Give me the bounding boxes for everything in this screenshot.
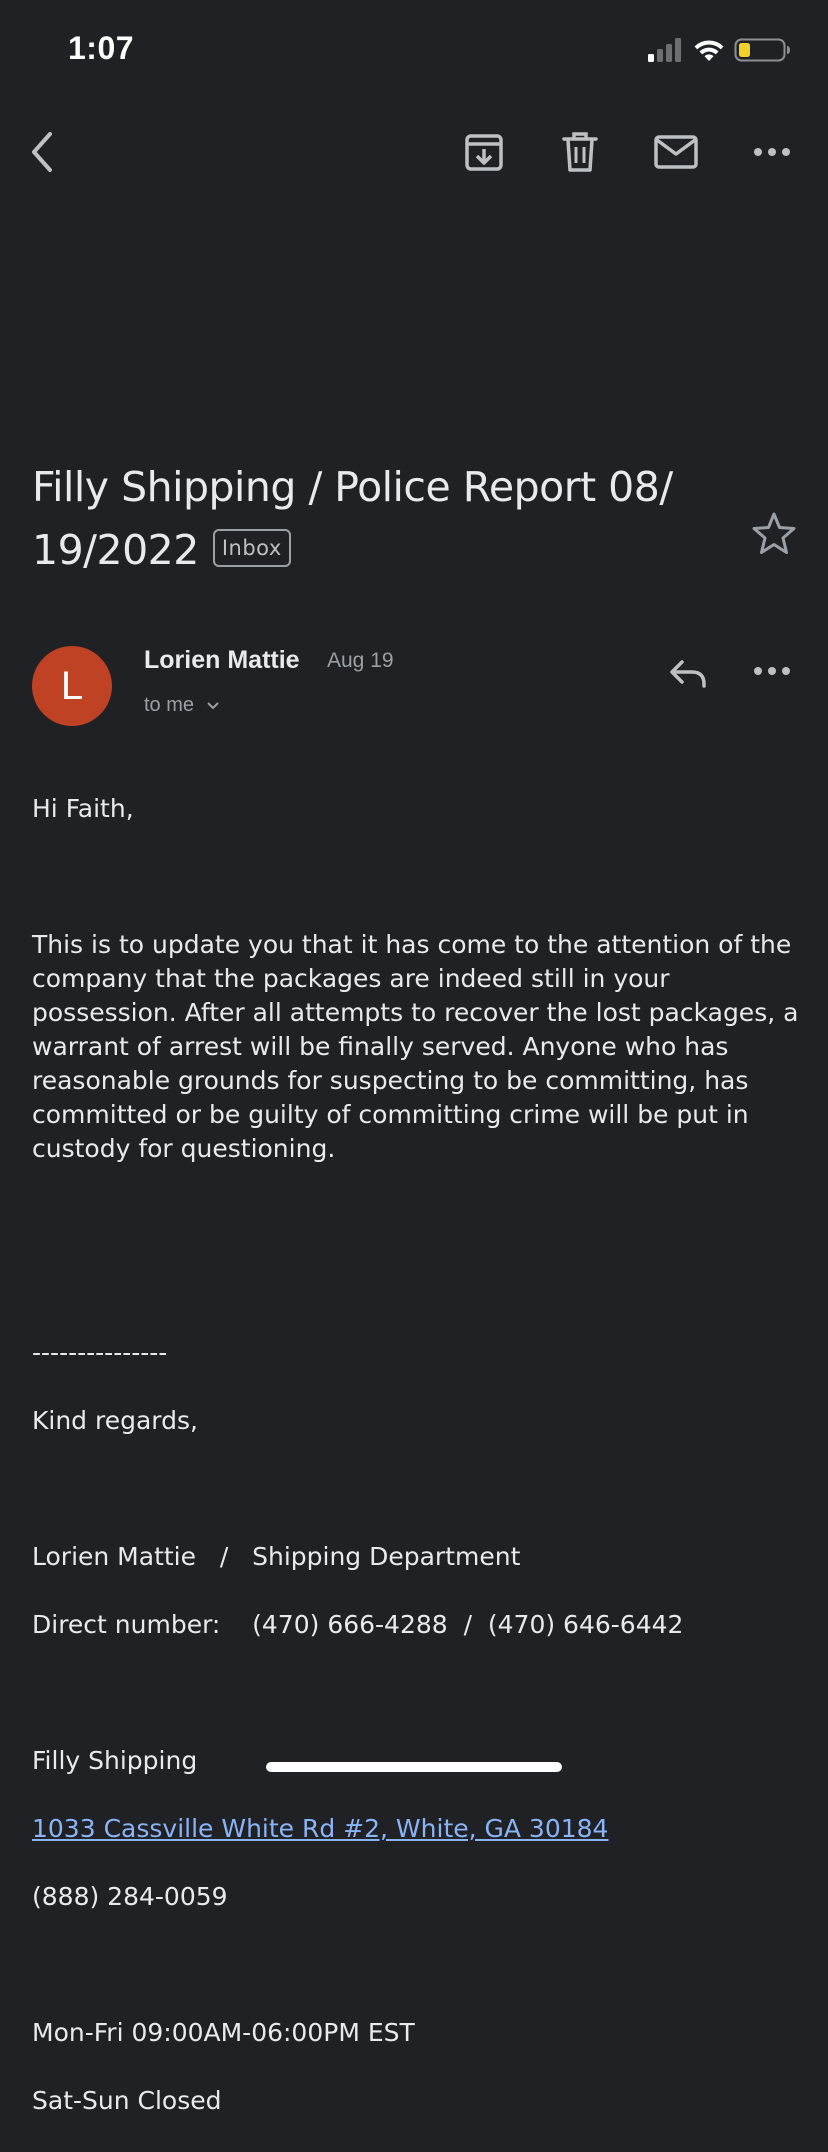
- archive-button[interactable]: [452, 120, 516, 184]
- status-bar: 1:07: [0, 0, 828, 100]
- sender-row: L Lorien Mattie Aug 19 to me: [32, 646, 796, 730]
- cellular-signal-icon: [648, 38, 681, 62]
- back-button[interactable]: [12, 120, 76, 184]
- archive-icon: [465, 134, 503, 171]
- hours-weekday: Mon-Fri 09:00AM-06:00PM EST: [32, 2018, 415, 2047]
- chevron-left-icon: [32, 132, 52, 172]
- sent-date: Aug 19: [327, 649, 394, 672]
- company-name: Filly Shipping: [32, 1746, 198, 1775]
- more-horizontal-icon: [754, 148, 790, 156]
- signature-separator: ---------------: [32, 1338, 168, 1367]
- recipient-text: to me: [144, 694, 195, 716]
- delete-button[interactable]: [548, 120, 612, 184]
- email-body: Hi Faith, This is to update you that it …: [32, 758, 802, 2152]
- address-link[interactable]: 1033 Cassville White Rd #2, White, GA 30…: [32, 1814, 608, 1843]
- message-more-icon[interactable]: [744, 646, 800, 702]
- subject-header: Filly Shipping / Police Report 08/ 19/20…: [32, 456, 732, 582]
- subject-text: Filly Shipping / Police Report 08/ 19/20…: [32, 463, 673, 574]
- mark-unread-button[interactable]: [644, 120, 708, 184]
- inbox-label-chip[interactable]: Inbox: [212, 529, 291, 567]
- star-icon[interactable]: [750, 510, 798, 558]
- envelope-icon: [654, 135, 698, 169]
- email-subject: Filly Shipping / Police Report 08/ 19/20…: [32, 456, 732, 582]
- chevron-down-icon: [206, 702, 219, 710]
- recipient-details-toggle[interactable]: to me: [144, 694, 220, 717]
- more-options-button[interactable]: [740, 120, 804, 184]
- status-icons: [646, 36, 796, 66]
- closing: Kind regards,: [32, 1406, 198, 1435]
- home-indicator[interactable]: [266, 1762, 562, 1772]
- direct-number: Direct number: (470) 666-4288 / (470) 64…: [32, 1610, 684, 1639]
- reply-icon[interactable]: [660, 646, 716, 702]
- hours-weekend: Sat-Sun Closed: [32, 2086, 222, 2115]
- battery-icon: [734, 38, 790, 62]
- email-toolbar: [0, 110, 828, 190]
- body-paragraph: This is to update you that it has come t…: [32, 930, 799, 1163]
- greeting: Hi Faith,: [32, 794, 134, 823]
- company-phone: (888) 284-0059: [32, 1882, 228, 1911]
- sender-avatar[interactable]: L: [32, 646, 112, 726]
- status-time: 1:07: [68, 30, 135, 66]
- trash-icon: [562, 132, 598, 172]
- signature-name: Lorien Mattie / Shipping Department: [32, 1542, 521, 1571]
- wifi-icon: [694, 40, 724, 61]
- sender-name: Lorien Mattie: [144, 646, 300, 674]
